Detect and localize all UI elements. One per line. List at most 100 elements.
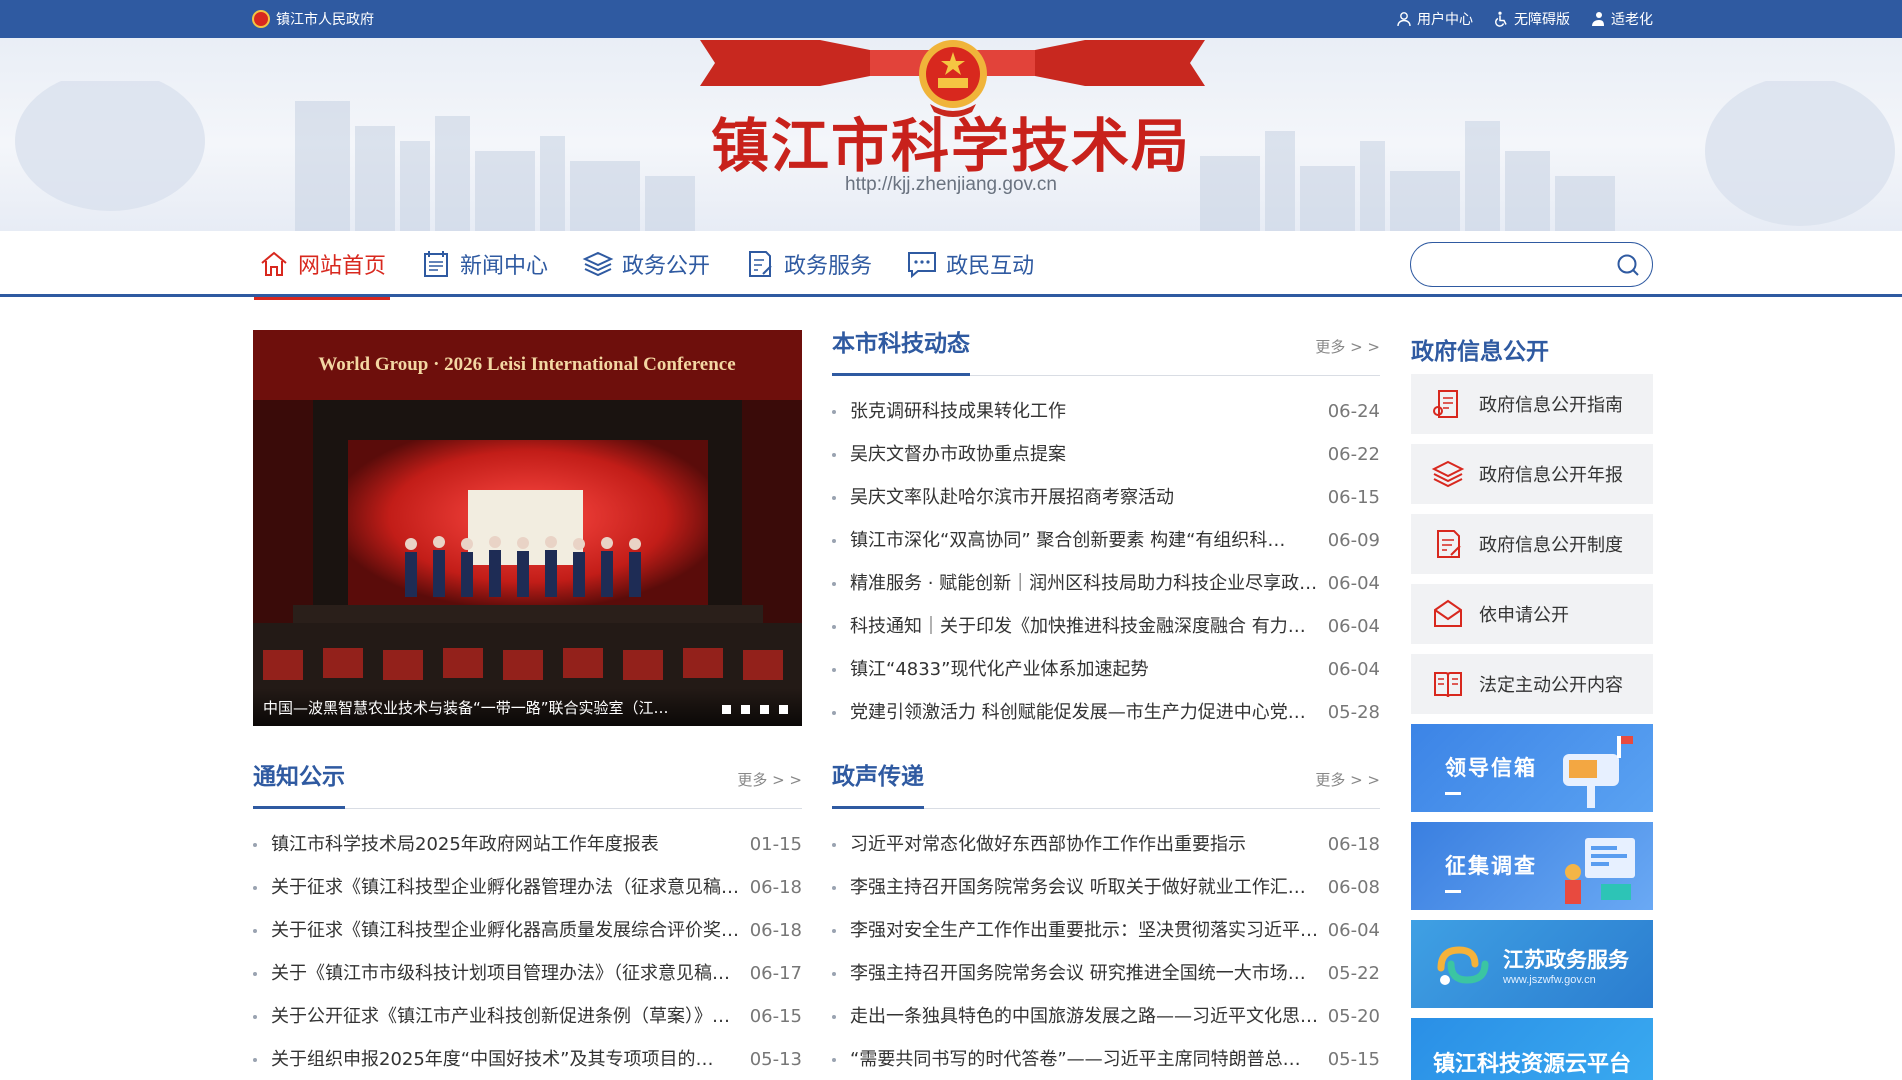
local-news-more-link[interactable]: 更多 > > <box>1315 336 1380 357</box>
nav-item-gov-affairs[interactable]: 政务公开 <box>578 231 714 297</box>
news-item-date: 06-18 <box>749 920 802 941</box>
local-news-item[interactable]: 张克调研科技成果转化工作 06-24 <box>832 390 1380 433</box>
gov-info-item-label: 政府信息公开年报 <box>1479 465 1623 486</box>
news-item-title: 李强对安全生产工作作出重要批示：坚决贯彻落实习近平… <box>850 920 1318 941</box>
jiangsu-service-name: 江苏政务服务 <box>1503 948 1629 972</box>
chat-icon <box>908 252 937 279</box>
leader-mailbox-banner[interactable]: 领导信箱 <box>1411 724 1653 812</box>
local-news-item[interactable]: 吴庆文率队赴哈尔滨市开展招商考察活动 06-15 <box>832 476 1380 519</box>
slider-dot[interactable] <box>760 705 769 714</box>
user-center-link[interactable]: 用户中心 <box>1396 9 1473 29</box>
nav-item-home[interactable]: 网站首页 <box>254 231 391 300</box>
policy-voice-item[interactable]: 李强对安全生产工作作出重要批示：坚决贯彻落实习近平… 06-04 <box>832 909 1380 952</box>
site-url: http://kjj.zhenjiang.gov.cn <box>845 174 1057 195</box>
notices-list: 镇江市科学技术局2025年政府网站工作年度报表 01-15 关于征求《镇江科技型企业… <box>253 823 802 1080</box>
news-item-title: 李强主持召开国务院常务会议 研究推进全国统一大市场… <box>850 963 1306 984</box>
local-news-item[interactable]: 精准服务 · 赋能创新｜润州区科技局助力科技企业尽享政… 06-04 <box>832 562 1380 605</box>
news-item-title: 关于《镇江市市级科技计划项目管理办法》（征求意见稿… <box>271 963 730 984</box>
news-item-title: “需要共同书写的时代答卷”——习近平主席同特朗普总… <box>850 1049 1301 1070</box>
news-item-title: 镇江市深化“双高协同” 聚合创新要素 构建“有组织科… <box>850 530 1286 551</box>
local-news-item[interactable]: 党建引领激活力 科创赋能促发展—市生产力促进中心党… 05-28 <box>832 691 1380 734</box>
jiangsu-service-url: www.jszwfw.gov.cn <box>1503 974 1596 986</box>
search-box <box>1410 242 1653 287</box>
local-news-item[interactable]: 镇江市深化“双高协同” 聚合创新要素 构建“有组织科… 06-09 <box>832 519 1380 562</box>
nav-item-news[interactable]: 新闻中心 <box>416 231 552 297</box>
news-item-date: 06-24 <box>1327 401 1380 422</box>
elderly-mode-link[interactable]: 适老化 <box>1590 9 1653 29</box>
accessibility-label: 无障碍版 <box>1514 12 1570 28</box>
notice-item[interactable]: 关于组织申报2025年度“中国好技术”及其专项项目的… 05-13 <box>253 1038 802 1080</box>
news-item-date: 05-13 <box>749 1049 802 1070</box>
notices-title: 通知公示 <box>253 761 345 809</box>
notice-item[interactable]: 关于公开征求《镇江市产业科技创新促进条例（草案）》… 06-15 <box>253 995 802 1038</box>
nav-item-gov-service[interactable]: 政务服务 <box>740 231 876 297</box>
local-news-item[interactable]: 吴庆文督办市政协重点提案 06-22 <box>832 433 1380 476</box>
news-item-title: 关于公开征求《镇江市产业科技创新促进条例（草案）》… <box>271 1006 730 1027</box>
local-news-list: 张克调研科技成果转化工作 06-24 吴庆文督办市政协重点提案 06-22 吴庆文率队赴… <box>832 390 1380 734</box>
local-news-item[interactable]: 镇江“4833”现代化产业体系加速起势 06-04 <box>832 648 1380 691</box>
notices-more-link[interactable]: 更多 > > <box>737 769 802 790</box>
news-item-title: 李强主持召开国务院常务会议 听取关于做好就业工作汇… <box>850 877 1306 898</box>
news-item-date: 06-17 <box>749 963 802 984</box>
policy-voice-item[interactable]: 李强主持召开国务院常务会议 听取关于做好就业工作汇… 06-08 <box>832 866 1380 909</box>
top-bar: 镇江市人民政府 用户中心 无障碍版 适老化 <box>0 0 1902 38</box>
news-item-title: 科技通知｜关于印发《加快推进科技金融深度融合 有力支… <box>850 616 1320 637</box>
tech-cloud-platform-banner[interactable]: 镇江科技资源云平台 <box>1411 1018 1653 1080</box>
local-news-item[interactable]: 科技通知｜关于印发《加快推进科技金融深度融合 有力支… 06-04 <box>832 605 1380 648</box>
news-item-date: 06-22 <box>1327 444 1380 465</box>
news-item-title: 党建引领激活力 科创赋能促发展—市生产力促进中心党… <box>850 702 1306 723</box>
notice-item[interactable]: 镇江市科学技术局2025年政府网站工作年度报表 01-15 <box>253 823 802 866</box>
user-icon <box>1397 12 1411 27</box>
news-item-title: 吴庆文督办市政协重点提案 <box>850 444 1066 465</box>
banner-accent-bar <box>1445 792 1461 795</box>
nav-item-label: 政务服务 <box>784 254 873 279</box>
gov-info-apply-link[interactable]: 依申请公开 <box>1411 584 1653 644</box>
nav-item-interaction[interactable]: 政民互动 <box>902 231 1038 297</box>
survey-banner[interactable]: 征集调查 <box>1411 822 1653 910</box>
slider-dot[interactable] <box>779 705 788 714</box>
notice-item[interactable]: 关于征求《镇江科技型企业孵化器管理办法（征求意见稿… 06-18 <box>253 866 802 909</box>
document-icon <box>1437 530 1461 558</box>
policy-voice-header: 政声传递 更多 > > <box>832 761 1380 809</box>
news-item-title: 张克调研科技成果转化工作 <box>850 401 1066 422</box>
slider-dot[interactable] <box>741 705 750 714</box>
slide-banner-text: World Group · 2026 Leisi International C… <box>318 354 735 375</box>
search-icon[interactable] <box>1616 253 1640 277</box>
policy-voice-item[interactable]: 习近平对常态化做好东西部协作工作作出重要指示 06-18 <box>832 823 1380 866</box>
gov-info-policy-link[interactable]: 政府信息公开制度 <box>1411 514 1653 574</box>
guide-icon <box>1433 390 1458 418</box>
gov-info-title: 政府信息公开 <box>1411 339 1549 365</box>
policy-voice-item[interactable]: “需要共同书写的时代答卷”——习近平主席同特朗普总… 05-15 <box>832 1038 1380 1080</box>
notices-header: 通知公示 更多 > > <box>253 761 802 809</box>
gov-info-annual-report-link[interactable]: 政府信息公开年报 <box>1411 444 1653 504</box>
news-slider[interactable]: World Group · 2026 Leisi International C… <box>253 330 802 726</box>
policy-voice-more-link[interactable]: 更多 > > <box>1315 769 1380 790</box>
gov-info-item-label: 依申请公开 <box>1479 605 1569 626</box>
news-item-title: 精准服务 · 赋能创新｜润州区科技局助力科技企业尽享政… <box>850 573 1318 594</box>
news-item-date: 05-20 <box>1327 1006 1380 1027</box>
search-input[interactable] <box>1429 243 1619 285</box>
jiangsu-service-banner[interactable]: 江苏政务服务 www.jszwfw.gov.cn <box>1411 920 1653 1008</box>
gov-info-guide-link[interactable]: 政府信息公开指南 <box>1411 374 1653 434</box>
notice-item[interactable]: 关于征求《镇江科技型企业孵化器高质量发展综合评价奖… 06-18 <box>253 909 802 952</box>
news-item-title: 关于征求《镇江科技型企业孵化器高质量发展综合评价奖… <box>271 920 739 941</box>
city-gov-link-label: 镇江市人民政府 <box>276 12 374 28</box>
slider-dots <box>722 705 788 714</box>
slide-caption-text: 中国—波黑智慧农业技术与装备“一带一路”联合实验室（江… <box>263 699 669 717</box>
slider-dot[interactable] <box>722 705 731 714</box>
city-gov-link[interactable]: 镇江市人民政府 <box>252 9 374 29</box>
accessibility-link[interactable]: 无障碍版 <box>1493 9 1570 29</box>
elderly-mode-label: 适老化 <box>1611 12 1653 28</box>
notice-item[interactable]: 关于《镇江市市级科技计划项目管理办法》（征求意见稿… 06-17 <box>253 952 802 995</box>
policy-voice-item[interactable]: 李强主持召开国务院常务会议 研究推进全国统一大市场… 05-22 <box>832 952 1380 995</box>
news-item-date: 06-04 <box>1327 573 1380 594</box>
news-item-title: 关于征求《镇江科技型企业孵化器管理办法（征求意见稿… <box>271 877 739 898</box>
layers-icon <box>582 251 614 277</box>
survey-illustration-icon <box>1565 838 1635 904</box>
local-news-title: 本市科技动态 <box>832 328 970 376</box>
news-item-date: 06-18 <box>749 877 802 898</box>
news-item-title: 走出一条独具特色的中国旅游发展之路——习近平文化思… <box>850 1006 1318 1027</box>
policy-voice-item[interactable]: 走出一条独具特色的中国旅游发展之路——习近平文化思… 05-20 <box>832 995 1380 1038</box>
nav-item-label: 网站首页 <box>298 254 387 279</box>
gov-info-statutory-link[interactable]: 法定主动公开内容 <box>1411 654 1653 714</box>
